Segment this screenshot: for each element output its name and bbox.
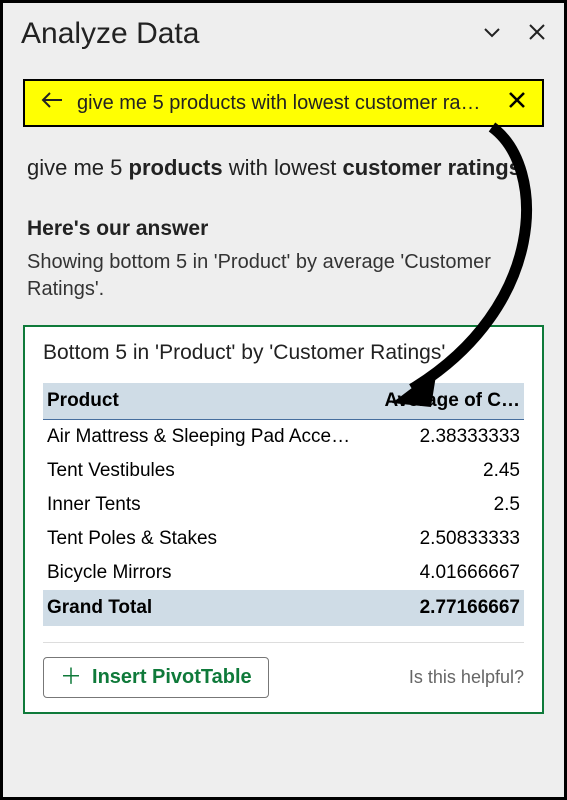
cell-product: Tent Poles & Stakes [47,528,370,550]
close-icon[interactable] [528,23,546,46]
analyze-data-pane: Analyze Data give me 5 products with low… [0,0,567,800]
table-row: Tent Poles & Stakes 2.50833333 [43,522,524,556]
divider [43,642,524,643]
cell-value: 4.01666667 [370,562,520,584]
table-header-row: Product Average of C… [43,383,524,420]
echo-text: with lowest [223,155,343,180]
cell-value: 2.50833333 [370,528,520,550]
insert-pivottable-label: Insert PivotTable [92,666,252,689]
pane-title: Analyze Data [21,17,482,51]
pane-body: give me 5 products with lowest customer … [3,127,564,303]
cell-value: 2.45 [370,460,520,482]
is-this-helpful-link[interactable]: Is this helpful? [409,667,524,688]
cell-product: Inner Tents [47,494,370,516]
plus-icon: ＋ [60,666,82,688]
back-icon[interactable] [41,91,63,115]
col-header-average: Average of C… [370,390,520,412]
pane-header: Analyze Data [3,3,564,61]
query-bar[interactable]: give me 5 products with lowest customer … [23,79,544,127]
cell-product: Air Mattress & Sleeping Pad Acce… [47,426,370,448]
insert-pivottable-button[interactable]: ＋ Insert PivotTable [43,657,269,698]
echo-bold-ratings: customer ratings [342,155,521,180]
clear-icon[interactable] [508,91,526,115]
pivot-table: Product Average of C… Air Mattress & Sle… [43,383,524,626]
table-row: Inner Tents 2.5 [43,488,524,522]
query-text: give me 5 products with lowest customer … [77,92,494,115]
card-title: Bottom 5 in 'Product' by 'Customer Ratin… [43,341,524,365]
echo-text: give me 5 [27,155,129,180]
header-icons [482,22,546,47]
cell-product: Bicycle Mirrors [47,562,370,584]
result-card: Bottom 5 in 'Product' by 'Customer Ratin… [23,325,544,714]
cell-product: Tent Vestibules [47,460,370,482]
table-total-row: Grand Total 2.77166667 [43,590,524,626]
cell-value: 2.38333333 [370,426,520,448]
answer-heading: Here's our answer [27,217,540,241]
answer-description: Showing bottom 5 in 'Product' by average… [27,249,540,303]
table-row: Air Mattress & Sleeping Pad Acce… 2.3833… [43,420,524,454]
table-row: Tent Vestibules 2.45 [43,454,524,488]
cell-value: 2.5 [370,494,520,516]
card-footer: ＋ Insert PivotTable Is this helpful? [43,657,524,698]
grand-total-label: Grand Total [47,597,370,619]
col-header-product: Product [47,390,370,412]
query-echo: give me 5 products with lowest customer … [27,153,540,183]
collapse-icon[interactable] [482,22,502,47]
table-row: Bicycle Mirrors 4.01666667 [43,556,524,590]
grand-total-value: 2.77166667 [370,597,520,619]
echo-bold-products: products [129,155,223,180]
